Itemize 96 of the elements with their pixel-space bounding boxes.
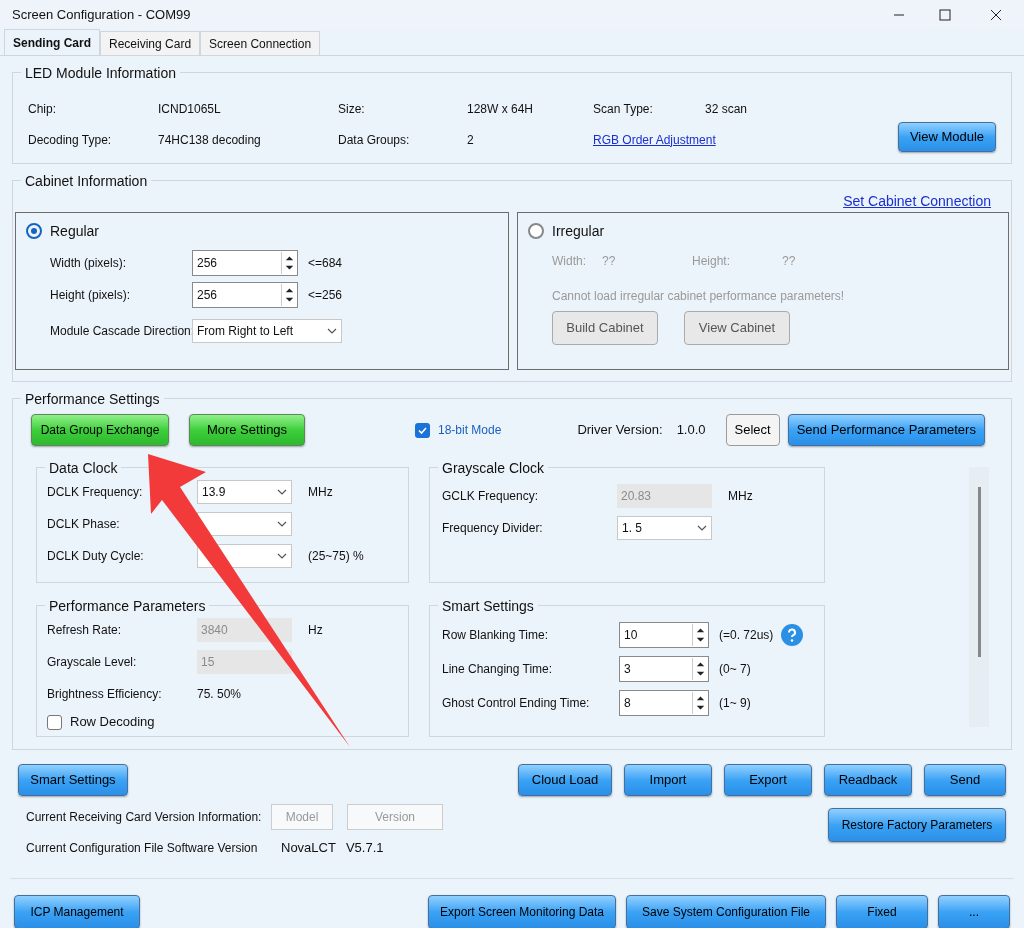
field-value: 1.0.0 [676, 421, 706, 440]
field-value: 32 scan [705, 100, 749, 118]
field-label: DCLK Frequency: [47, 484, 144, 501]
field-label: Frequency Divider: [442, 520, 544, 537]
button[interactable]: Save System Configuration File [626, 895, 826, 928]
field-value: 128W x 64H [467, 100, 535, 118]
field-label: Width: [552, 253, 587, 270]
range-label: (=0. 72us) [719, 627, 774, 644]
field-label: DCLK Phase: [47, 516, 121, 533]
button[interactable]: View Module [898, 121, 996, 152]
field-label: Line Changing Time: [442, 661, 554, 678]
button[interactable]: Cloud Load [518, 764, 612, 796]
button[interactable]: Export [724, 764, 812, 796]
chevron-down-icon [697, 525, 707, 531]
checkbox[interactable] [415, 422, 430, 438]
field-label: Width (pixels): [50, 255, 127, 272]
readonly-field: 15 [197, 650, 292, 674]
tab[interactable]: Sending Card [4, 29, 100, 55]
field-value: 75. 50% [197, 686, 242, 703]
field-value: 74HC138 decoding [158, 131, 262, 149]
spin-field[interactable]: 3 [619, 656, 709, 682]
tab[interactable]: Screen Connection [200, 31, 321, 55]
field-label: Current Receiving Card Version Information: [26, 809, 263, 826]
field-value: ICND1065L [158, 100, 222, 118]
button[interactable]: Data Group Exchange [31, 414, 169, 446]
field-label: Ghost Control Ending Time: [442, 695, 591, 712]
checkbox-label: 18-bit Mode [438, 422, 502, 439]
field-label: GCLK Frequency: [442, 488, 540, 505]
spin-field[interactable]: 10 [619, 622, 709, 648]
radio-button[interactable] [26, 223, 42, 239]
field-label: DCLK Duty Cycle: [47, 548, 145, 565]
dropdown[interactable] [197, 512, 292, 536]
button[interactable]: Readback [824, 764, 912, 796]
field-value: ?? [602, 253, 617, 270]
readonly-field: 20.83 [617, 484, 712, 508]
radio-label: Regular [50, 221, 100, 241]
dropdown[interactable]: 13.9 [197, 480, 292, 504]
field-label: Scan Type: [593, 100, 654, 118]
button[interactable]: Restore Factory Parameters [828, 808, 1006, 842]
limit-label: <=256 [308, 287, 343, 304]
button[interactable]: Send Performance Parameters [787, 414, 985, 446]
unit-label: (25~75) % [308, 548, 364, 565]
field-label: Decoding Type: [28, 131, 113, 149]
field-label: Height (pixels): [50, 287, 132, 304]
limit-label: <=684 [308, 255, 343, 272]
field-label: Height: [692, 253, 732, 270]
field-label: Refresh Rate: [47, 622, 123, 639]
unit-label: Hz [308, 622, 323, 639]
chevron-down-icon [277, 553, 287, 559]
software-name: NovaLCT [281, 839, 336, 858]
radio-button[interactable] [528, 223, 544, 239]
range-label: (1~ 9) [719, 695, 751, 712]
help-icon[interactable] [781, 624, 804, 646]
field-label: Brightness Efficiency: [47, 686, 163, 703]
window-title: Screen Configuration - COM99 [12, 6, 191, 25]
cabinet-connection-link[interactable]: Set Cabinet Connection [843, 191, 991, 212]
checkbox-label: Row Decoding [70, 713, 155, 732]
field-label: Chip: [28, 100, 57, 118]
dropdown[interactable]: 1. 5 [617, 516, 712, 540]
spin-field[interactable]: 256 [192, 250, 298, 276]
software-version: V5.7.1 [345, 839, 384, 858]
button[interactable]: More Settings [189, 414, 305, 446]
field-label: Grayscale Level: [47, 654, 138, 671]
button[interactable]: Select [725, 414, 780, 446]
unit-label: MHz [308, 484, 333, 501]
field-label: Module Cascade Direction: [50, 323, 192, 340]
field-label: Driver Version: [577, 421, 663, 440]
rgb-order-link[interactable]: RGB Order Adjustment [593, 130, 716, 149]
radio-label: Irregular [552, 221, 605, 241]
field-label: Row Blanking Time: [442, 627, 550, 644]
spin-field[interactable]: 8 [619, 690, 709, 716]
dropdown[interactable]: From Right to Left [192, 319, 342, 343]
button[interactable]: Send [924, 764, 1006, 796]
button[interactable]: Fixed [836, 895, 928, 928]
checkbox[interactable] [47, 714, 62, 730]
tab[interactable]: Receiving Card [100, 31, 201, 55]
button[interactable]: Smart Settings [18, 764, 128, 796]
field-value: 2 [467, 131, 475, 149]
model-field[interactable]: Model [271, 804, 333, 830]
spin-field[interactable]: 256 [192, 282, 298, 308]
button[interactable]: Export Screen Monitoring Data [428, 895, 616, 928]
button[interactable]: Import [624, 764, 712, 796]
field-label: Data Groups: [338, 131, 411, 149]
chevron-down-icon [327, 328, 337, 334]
status-message: Cannot load irregular cabinet performance parameters! [551, 288, 846, 305]
button[interactable]: ICP Management [14, 895, 140, 928]
field-label: Current Configuration File Software Version [26, 840, 259, 857]
field-value: ?? [782, 253, 796, 270]
chevron-down-icon [277, 489, 287, 495]
button[interactable]: ... [938, 895, 1010, 928]
chevron-down-icon [277, 521, 287, 527]
scrollbar[interactable] [969, 467, 989, 727]
version-field[interactable]: Version [347, 804, 443, 830]
field-label: Size: [338, 100, 366, 118]
range-label: (0~ 7) [719, 661, 751, 678]
unit-label: MHz [728, 488, 753, 505]
